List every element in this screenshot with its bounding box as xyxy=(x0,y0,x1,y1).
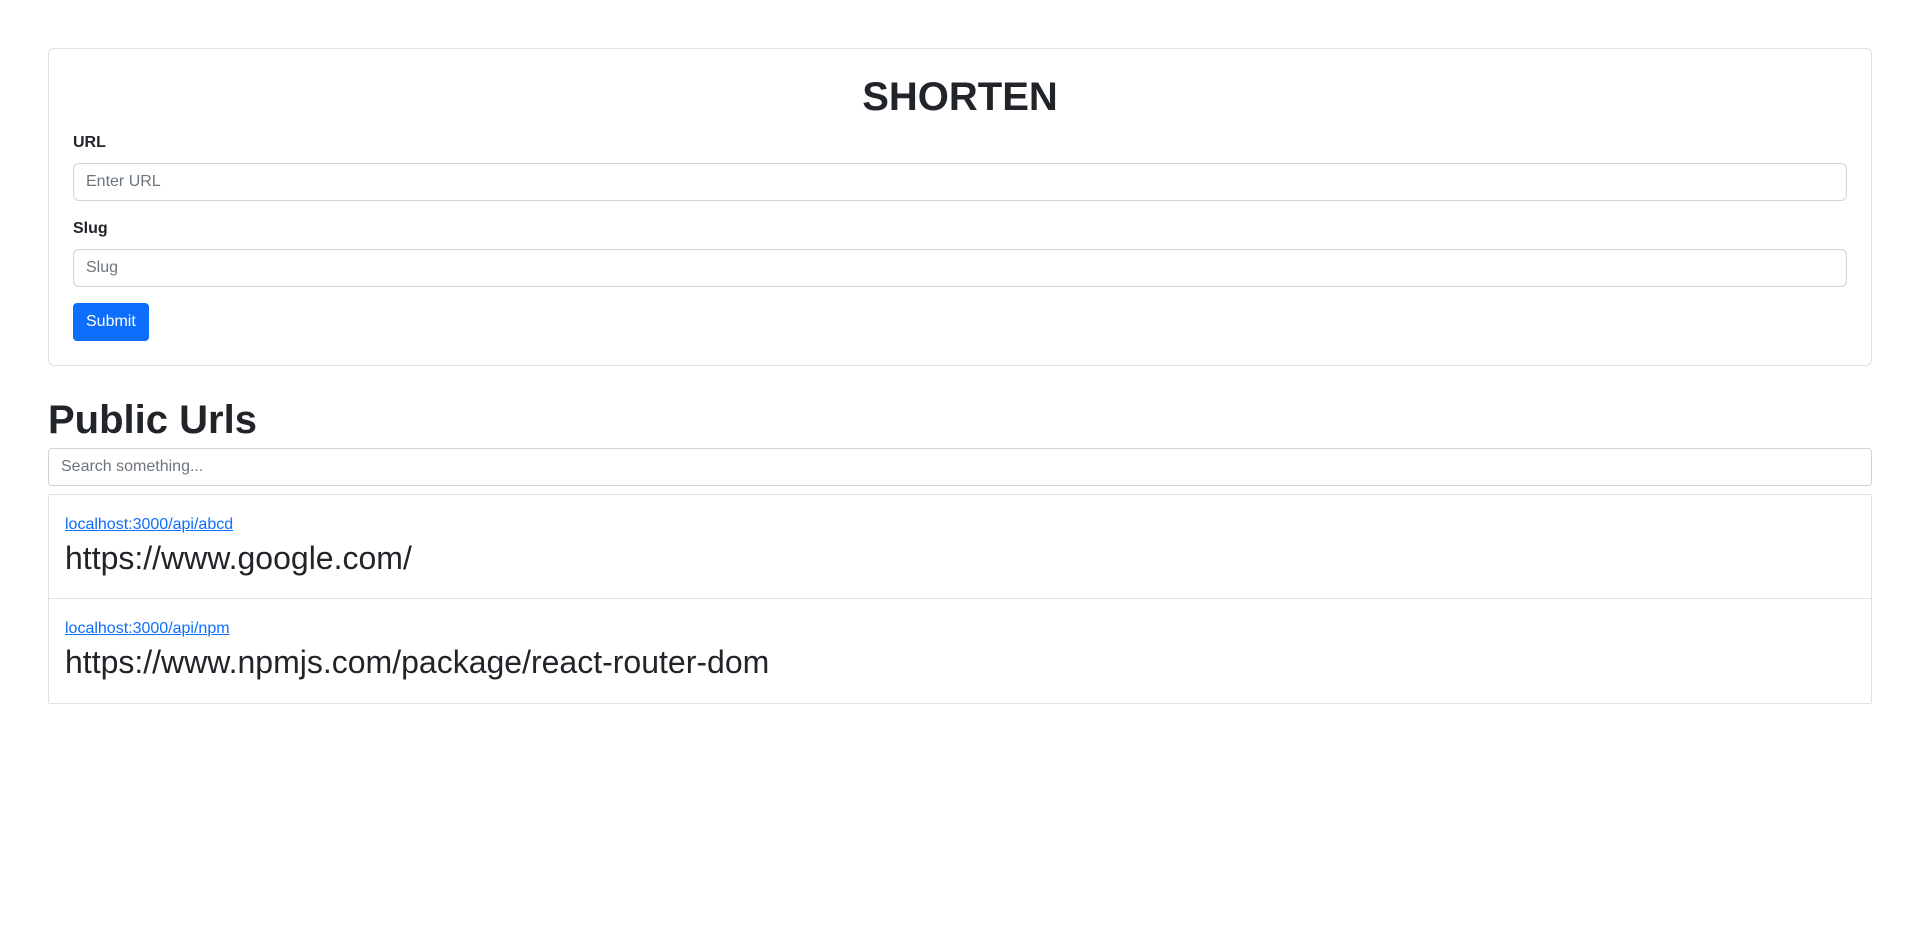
page-container: SHORTEN URL Slug Submit Public Urls loca… xyxy=(48,48,1872,704)
form-title: SHORTEN xyxy=(862,75,1058,119)
slug-input[interactable] xyxy=(73,249,1847,287)
shorten-form-card: SHORTEN URL Slug Submit xyxy=(48,48,1872,366)
slug-form-group: Slug xyxy=(73,217,1847,287)
url-label: URL xyxy=(73,134,106,151)
url-list: localhost:3000/api/abcd https://www.goog… xyxy=(48,494,1872,704)
long-url-text: https://www.google.com/ xyxy=(65,540,412,576)
public-urls-title: Public Urls xyxy=(48,398,257,442)
url-input[interactable] xyxy=(73,163,1847,201)
slug-label: Slug xyxy=(73,220,108,237)
long-url-text: https://www.npmjs.com/package/react-rout… xyxy=(65,644,770,680)
submit-button[interactable]: Submit xyxy=(73,303,149,341)
short-url-link[interactable]: localhost:3000/api/npm xyxy=(65,617,1855,641)
list-item: localhost:3000/api/abcd https://www.goog… xyxy=(49,495,1871,599)
list-item: localhost:3000/api/npm https://www.npmjs… xyxy=(49,599,1871,703)
short-url-link[interactable]: localhost:3000/api/abcd xyxy=(65,513,1855,537)
search-input[interactable] xyxy=(48,448,1872,486)
url-form-group: URL xyxy=(73,131,1847,201)
